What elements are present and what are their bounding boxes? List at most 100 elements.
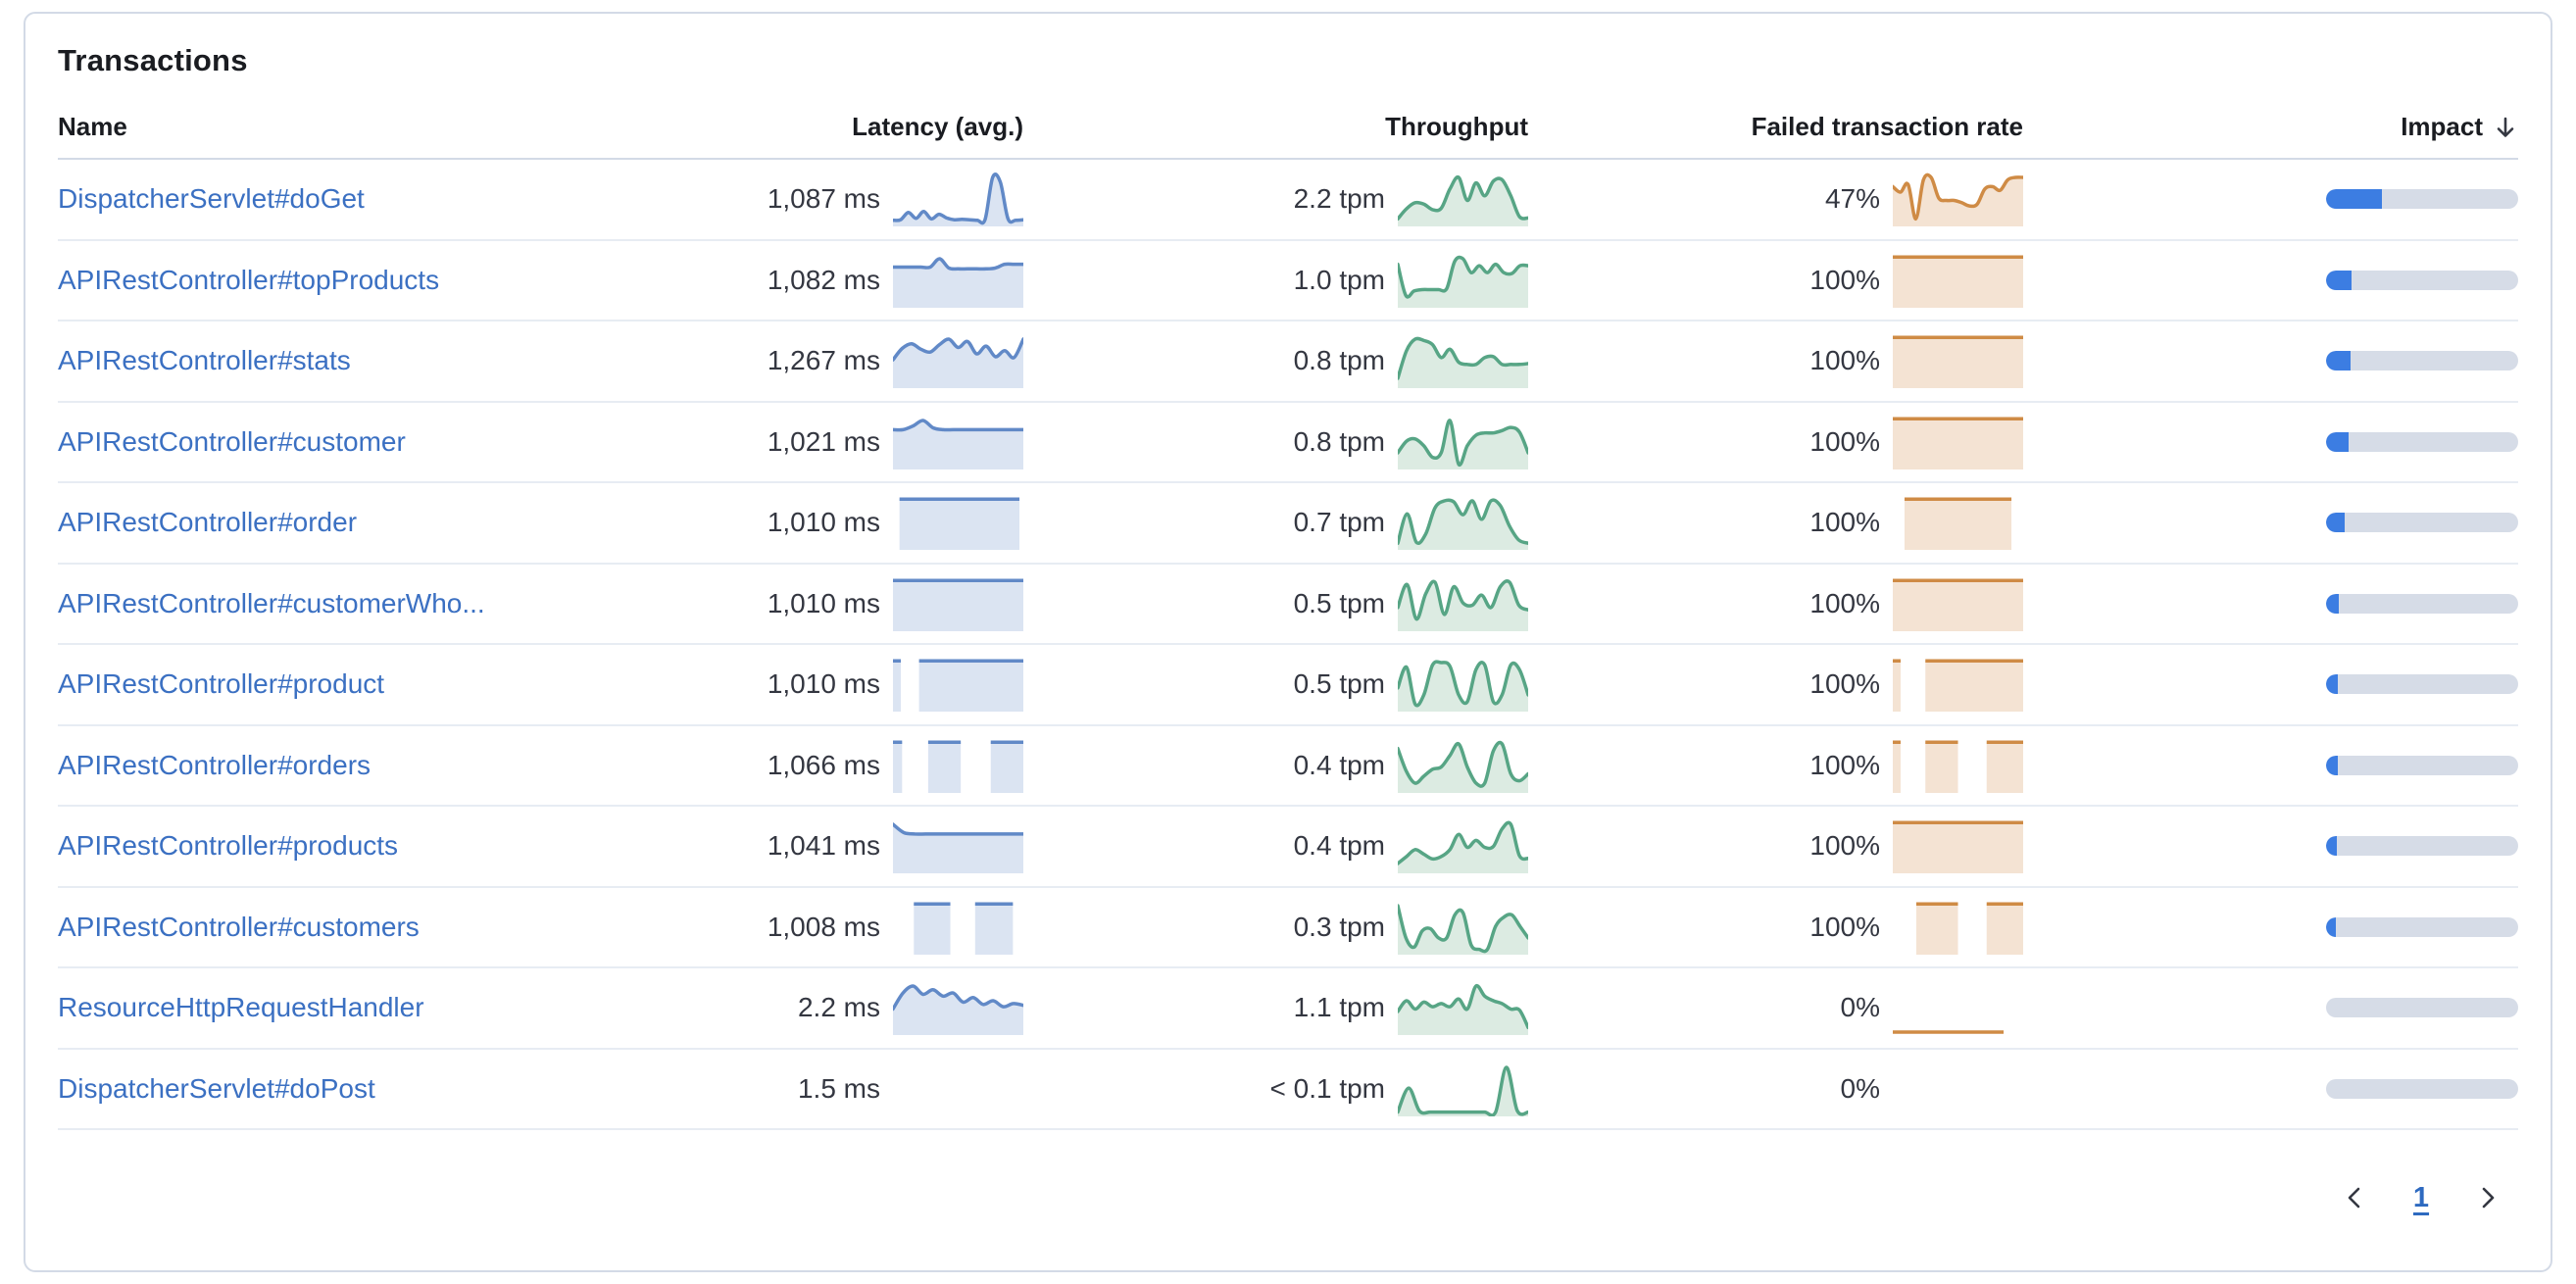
failed-rate-value: 100% bbox=[1809, 426, 1880, 458]
failed-rate-sparkline bbox=[1893, 900, 2023, 955]
name-cell: ResourceHttpRequestHandler bbox=[58, 992, 612, 1023]
impact-cell bbox=[2023, 189, 2518, 209]
impact-cell bbox=[2023, 998, 2518, 1017]
throughput-value: 2.2 tpm bbox=[1294, 183, 1385, 215]
impact-cell bbox=[2023, 674, 2518, 694]
latency-sparkline bbox=[893, 1062, 1023, 1116]
chevron-left-icon bbox=[2344, 1183, 2365, 1212]
latency-cell: 1,010 ms bbox=[612, 495, 1023, 550]
latency-sparkline bbox=[893, 172, 1023, 226]
latency-value: 1,087 ms bbox=[768, 183, 880, 215]
transaction-name-link[interactable]: APIRestController#topProducts bbox=[58, 265, 439, 295]
name-cell: APIRestController#orders bbox=[58, 750, 612, 781]
throughput-cell: 0.8 tpm bbox=[1023, 415, 1528, 469]
page-1-button[interactable]: 1 bbox=[2395, 1171, 2448, 1224]
failed-rate-cell: 47% bbox=[1528, 172, 2023, 226]
throughput-value: 1.1 tpm bbox=[1294, 992, 1385, 1023]
column-header-impact[interactable]: Impact bbox=[2023, 112, 2518, 142]
failed-rate-value: 100% bbox=[1809, 830, 1880, 862]
transaction-name-link[interactable]: APIRestController#customers bbox=[58, 912, 420, 942]
latency-cell: 1,008 ms bbox=[612, 900, 1023, 955]
impact-bar bbox=[2326, 351, 2518, 370]
throughput-sparkline bbox=[1398, 495, 1528, 550]
throughput-value: 0.8 tpm bbox=[1294, 426, 1385, 458]
table-row: APIRestController#topProducts 1,082 ms 1… bbox=[58, 241, 2518, 322]
latency-cell: 1,010 ms bbox=[612, 576, 1023, 631]
failed-rate-value: 100% bbox=[1809, 912, 1880, 943]
next-page-button[interactable] bbox=[2461, 1171, 2514, 1224]
throughput-value: 0.5 tpm bbox=[1294, 588, 1385, 619]
impact-cell bbox=[2023, 271, 2518, 290]
pagination: 1 bbox=[58, 1171, 2518, 1224]
failed-rate-cell: 0% bbox=[1528, 980, 2023, 1035]
failed-rate-sparkline bbox=[1893, 1062, 2023, 1116]
impact-cell bbox=[2023, 513, 2518, 532]
failed-rate-value: 100% bbox=[1809, 588, 1880, 619]
transaction-name-link[interactable]: APIRestController#customer bbox=[58, 426, 406, 457]
failed-rate-cell: 100% bbox=[1528, 495, 2023, 550]
failed-rate-cell: 100% bbox=[1528, 900, 2023, 955]
table-row: DispatcherServlet#doPost 1.5 ms < 0.1 tp… bbox=[58, 1050, 2518, 1131]
latency-sparkline bbox=[893, 495, 1023, 550]
transaction-name-link[interactable]: APIRestController#customerWho... bbox=[58, 588, 485, 618]
impact-bar bbox=[2326, 836, 2518, 856]
throughput-cell: 2.2 tpm bbox=[1023, 172, 1528, 226]
impact-bar bbox=[2326, 756, 2518, 775]
impact-bar bbox=[2326, 917, 2518, 937]
failed-rate-cell: 100% bbox=[1528, 738, 2023, 793]
table-header-row: Name Latency (avg.) Throughput Failed tr… bbox=[58, 112, 2518, 160]
throughput-cell: 0.8 tpm bbox=[1023, 333, 1528, 388]
latency-sparkline bbox=[893, 980, 1023, 1035]
impact-bar-fill bbox=[2326, 189, 2382, 209]
failed-rate-value: 100% bbox=[1809, 265, 1880, 296]
transactions-table: Name Latency (avg.) Throughput Failed tr… bbox=[58, 112, 2518, 1130]
transaction-name-link[interactable]: APIRestController#stats bbox=[58, 345, 351, 375]
impact-bar bbox=[2326, 432, 2518, 452]
latency-sparkline bbox=[893, 738, 1023, 793]
latency-value: 1,041 ms bbox=[768, 830, 880, 862]
throughput-cell: < 0.1 tpm bbox=[1023, 1062, 1528, 1116]
transaction-name-link[interactable]: APIRestController#order bbox=[58, 507, 357, 537]
name-cell: DispatcherServlet#doGet bbox=[58, 183, 612, 215]
latency-value: 1,021 ms bbox=[768, 426, 880, 458]
failed-rate-sparkline bbox=[1893, 576, 2023, 631]
throughput-value: 0.3 tpm bbox=[1294, 912, 1385, 943]
transaction-name-link[interactable]: APIRestController#orders bbox=[58, 750, 371, 780]
transaction-name-link[interactable]: DispatcherServlet#doPost bbox=[58, 1073, 375, 1104]
table-row: APIRestController#stats 1,267 ms 0.8 tpm… bbox=[58, 321, 2518, 403]
impact-cell bbox=[2023, 917, 2518, 937]
table-row: APIRestController#customer 1,021 ms 0.8 … bbox=[58, 403, 2518, 484]
chevron-right-icon bbox=[2477, 1183, 2499, 1212]
throughput-cell: 0.4 tpm bbox=[1023, 738, 1528, 793]
throughput-cell: 0.5 tpm bbox=[1023, 657, 1528, 712]
transaction-name-link[interactable]: APIRestController#product bbox=[58, 668, 384, 699]
current-page-number: 1 bbox=[2413, 1182, 2429, 1214]
failed-rate-sparkline bbox=[1893, 980, 2023, 1035]
throughput-value: 0.4 tpm bbox=[1294, 830, 1385, 862]
failed-rate-value: 47% bbox=[1825, 183, 1880, 215]
throughput-value: 1.0 tpm bbox=[1294, 265, 1385, 296]
latency-value: 1,082 ms bbox=[768, 265, 880, 296]
table-row: DispatcherServlet#doGet 1,087 ms 2.2 tpm… bbox=[58, 160, 2518, 241]
table-row: APIRestController#product 1,010 ms 0.5 t… bbox=[58, 645, 2518, 726]
throughput-cell: 0.4 tpm bbox=[1023, 818, 1528, 873]
latency-sparkline bbox=[893, 576, 1023, 631]
latency-sparkline bbox=[893, 818, 1023, 873]
latency-cell: 1,041 ms bbox=[612, 818, 1023, 873]
table-row: APIRestController#orders 1,066 ms 0.4 tp… bbox=[58, 726, 2518, 808]
throughput-sparkline bbox=[1398, 738, 1528, 793]
impact-bar bbox=[2326, 674, 2518, 694]
latency-value: 1,010 ms bbox=[768, 588, 880, 619]
failed-rate-cell: 100% bbox=[1528, 657, 2023, 712]
impact-bar-fill bbox=[2326, 674, 2338, 694]
throughput-sparkline bbox=[1398, 980, 1528, 1035]
transaction-name-link[interactable]: ResourceHttpRequestHandler bbox=[58, 992, 424, 1022]
latency-sparkline bbox=[893, 415, 1023, 469]
transaction-name-link[interactable]: DispatcherServlet#doGet bbox=[58, 183, 365, 214]
latency-value: 1,008 ms bbox=[768, 912, 880, 943]
table-row: APIRestController#order 1,010 ms 0.7 tpm… bbox=[58, 483, 2518, 565]
previous-page-button[interactable] bbox=[2328, 1171, 2381, 1224]
latency-cell: 1,267 ms bbox=[612, 333, 1023, 388]
transaction-name-link[interactable]: APIRestController#products bbox=[58, 830, 398, 861]
column-header-latency: Latency (avg.) bbox=[612, 112, 1023, 142]
